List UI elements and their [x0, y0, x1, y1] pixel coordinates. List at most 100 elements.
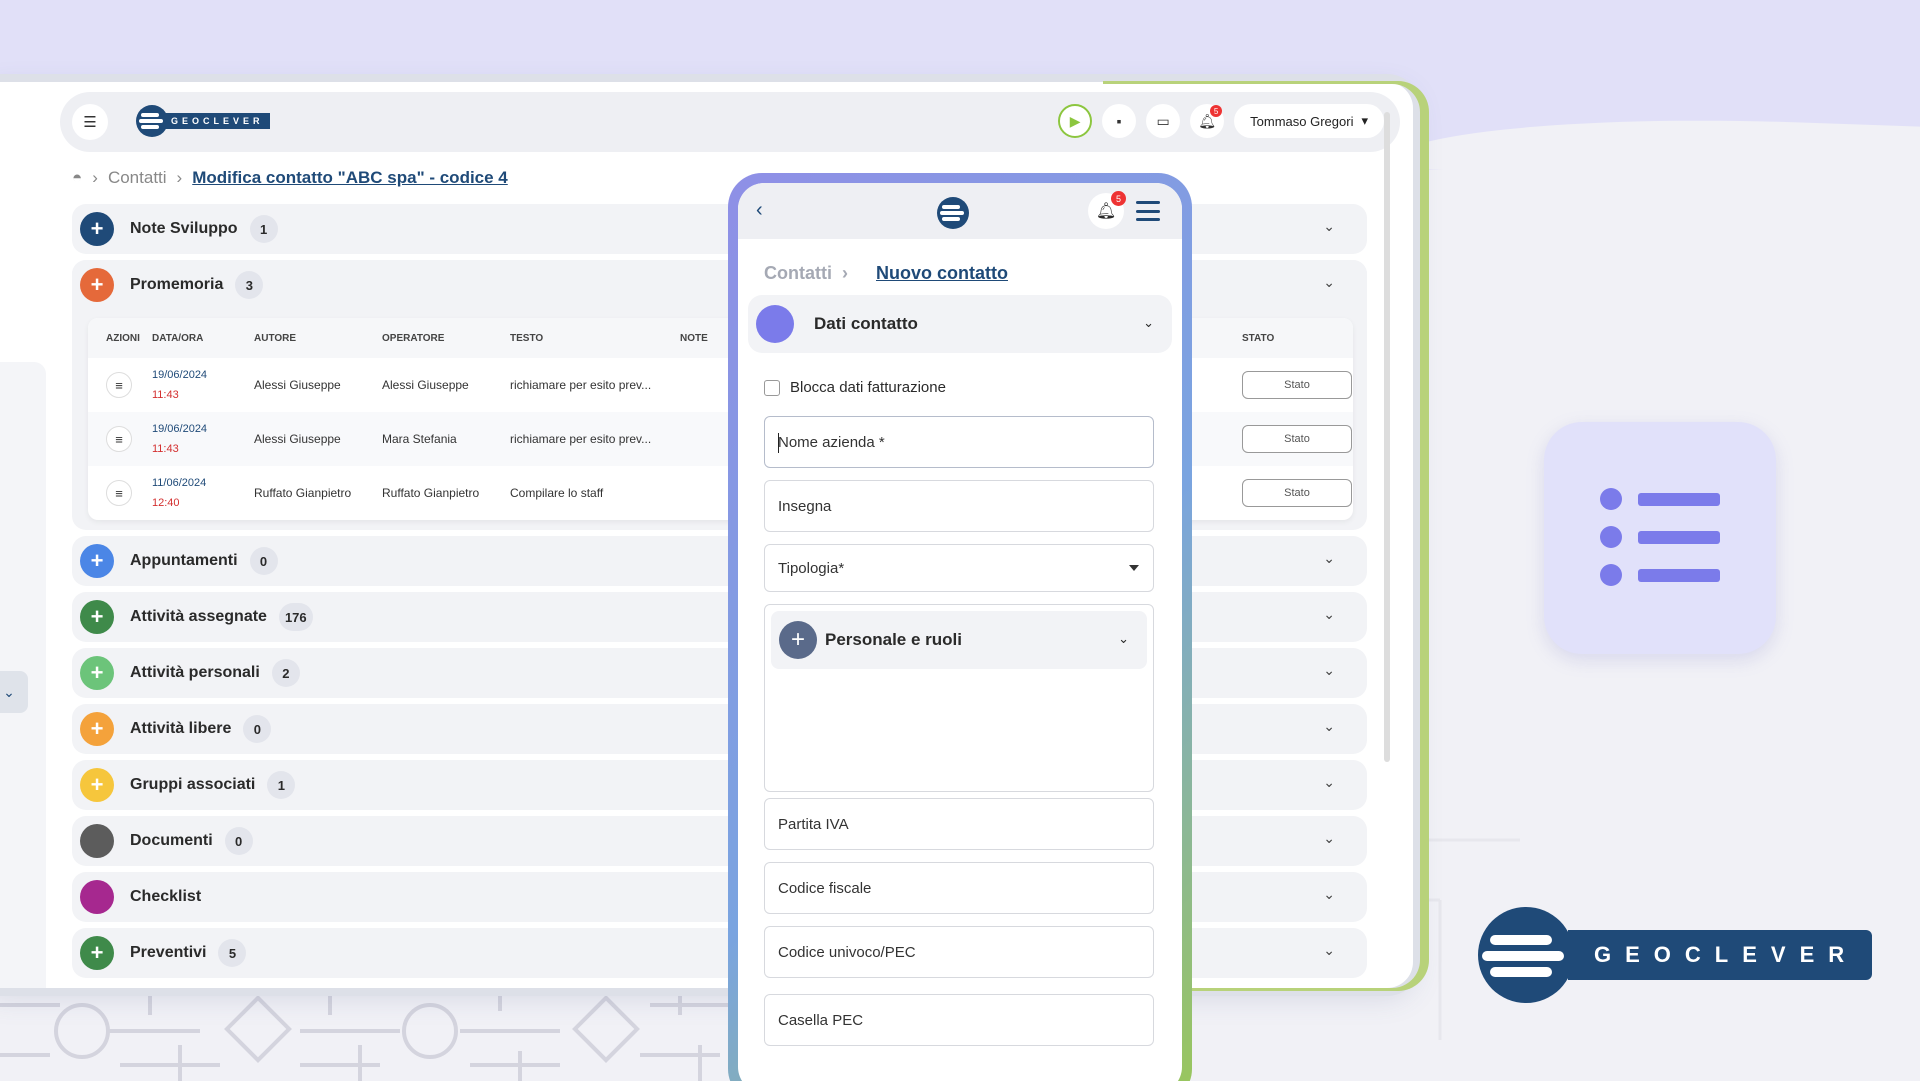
menu-toggle-button[interactable]: ☰: [72, 104, 108, 140]
row-operator: Mara Stefania: [382, 432, 457, 446]
stato-button[interactable]: Stato: [1242, 371, 1352, 399]
stato-button[interactable]: Stato: [1242, 479, 1352, 507]
row-date: 19/06/2024: [152, 369, 208, 381]
back-arrow-icon[interactable]: ‹: [756, 199, 763, 222]
billing-lock-checkbox[interactable]: Blocca dati fatturazione: [764, 379, 1154, 396]
play-button[interactable]: ▶: [1058, 104, 1093, 138]
field-placeholder: Partita IVA: [778, 815, 849, 833]
hamburger-menu-icon[interactable]: [1136, 201, 1160, 221]
breadcrumb-contacts[interactable]: Contatti: [764, 263, 832, 284]
notes-button[interactable]: ▪: [1102, 104, 1137, 138]
section-count: 0: [243, 715, 272, 743]
partita-iva-input[interactable]: Partita IVA: [764, 798, 1154, 850]
plus-icon[interactable]: +: [80, 600, 114, 634]
list-app-icon: [1544, 422, 1776, 654]
section-title: Promemoria: [130, 276, 224, 293]
chevron-down-icon[interactable]: ⌄: [1323, 662, 1335, 679]
toolbar-icons: ▶ ▪ ▭ 🔔︎ 5 Tommaso Gregori ▾: [1058, 104, 1384, 138]
row-menu-icon[interactable]: ≡: [106, 426, 132, 452]
codice-univoco-input[interactable]: Codice univoco/PEC: [764, 926, 1154, 978]
dashboard-icon[interactable]: ◓: [72, 168, 82, 188]
plus-icon[interactable]: +: [80, 768, 114, 802]
brand-wordmark: GEOCLEVER: [165, 113, 270, 129]
row-operator: Alessi Giuseppe: [382, 378, 469, 392]
field-placeholder: Nome azienda *: [778, 433, 885, 451]
plus-icon[interactable]: +: [80, 212, 114, 246]
mobile-notifications-button[interactable]: 🔔︎ 5: [1088, 191, 1126, 229]
section-count: 2: [271, 659, 300, 687]
checkbox[interactable]: [764, 379, 780, 396]
geoclever-mark-icon: [1478, 907, 1574, 1003]
sidebar-expand-button[interactable]: ⌄: [0, 671, 28, 713]
chevron-down-icon[interactable]: ⌄: [1323, 774, 1335, 791]
field-placeholder: Casella PEC: [778, 1011, 864, 1029]
section-dati-contatto[interactable]: Dati contatto ⌄: [748, 295, 1172, 353]
row-datetime: 19/06/2024 11:43: [152, 369, 254, 401]
codice-fiscale-input[interactable]: Codice fiscale: [764, 862, 1154, 914]
section-title: Attività personali: [130, 664, 260, 681]
row-menu-icon[interactable]: ≡: [106, 480, 132, 506]
section-personale-ruoli[interactable]: + Personale e ruoli ⌄: [771, 611, 1147, 669]
breadcrumb: ◓ › Contatti › Modifica contatto "ABC sp…: [72, 168, 508, 188]
brand-logo[interactable]: GEOCLEVER: [135, 104, 270, 138]
section-title: Personale e ruoli: [825, 630, 962, 649]
chevron-down-icon[interactable]: ⌄: [1323, 886, 1335, 903]
chevron-down-icon[interactable]: ⌄: [1143, 315, 1154, 331]
mobile-device: ‹ 🔔︎ 5 Contatti › Nuovo contatto Dati co…: [728, 173, 1192, 1081]
chevron-down-icon[interactable]: ⌄: [1323, 718, 1335, 735]
tipologia-select[interactable]: Tipologia*: [764, 544, 1154, 592]
notifications-button[interactable]: 🔔︎ 5: [1190, 104, 1225, 138]
field-placeholder: Tipologia*: [778, 559, 845, 577]
breadcrumb-current[interactable]: Nuovo contatto: [876, 263, 1008, 284]
section-title: Note Sviluppo: [130, 220, 238, 237]
circle-icon[interactable]: [80, 880, 114, 914]
nome-azienda-input[interactable]: Nome azienda *: [764, 416, 1154, 468]
plus-icon[interactable]: +: [80, 936, 114, 970]
plus-icon[interactable]: +: [779, 621, 817, 659]
chevron-down-icon[interactable]: ⌄: [1118, 631, 1129, 647]
geoclever-mark-icon[interactable]: [936, 196, 970, 230]
chevron-down-icon[interactable]: ⌄: [1323, 274, 1335, 291]
screen-button[interactable]: ▭: [1146, 104, 1181, 138]
row-menu-icon[interactable]: ≡: [106, 372, 132, 398]
breadcrumb-current[interactable]: Modifica contatto "ABC spa" - codice 4: [192, 168, 508, 188]
field-placeholder: Codice fiscale: [778, 879, 872, 897]
section-count: 0: [249, 547, 278, 575]
chevron-down-icon[interactable]: ⌄: [1323, 218, 1335, 235]
field-placeholder: Codice univoco/PEC: [778, 943, 916, 961]
mobile-breadcrumb: Contatti › Nuovo contatto: [764, 263, 1008, 284]
list-line: [1600, 526, 1720, 548]
plus-icon[interactable]: +: [80, 544, 114, 578]
chevron-down-icon[interactable]: ⌄: [1323, 942, 1335, 959]
caret-down-icon: ▾: [1361, 113, 1368, 128]
user-name: Tommaso Gregori: [1250, 113, 1354, 129]
chevron-down-icon[interactable]: ⌄: [1323, 606, 1335, 623]
stato-button[interactable]: Stato: [1242, 425, 1352, 453]
section-title: Documenti: [130, 832, 213, 849]
casella-pec-input[interactable]: Casella PEC: [764, 994, 1154, 1046]
insegna-input[interactable]: Insegna: [764, 480, 1154, 532]
notification-badge: 5: [1111, 191, 1126, 206]
plus-icon[interactable]: +: [80, 268, 114, 302]
row-text: richiamare per esito prev...: [510, 432, 652, 446]
breadcrumb-separator: ›: [92, 168, 98, 187]
section-title: Dati contatto: [814, 314, 918, 333]
section-title: Gruppi associati: [130, 776, 256, 793]
breadcrumb-contacts[interactable]: Contatti: [108, 168, 167, 188]
plus-icon[interactable]: +: [80, 712, 114, 746]
row-time: 11:43: [152, 443, 179, 455]
circle-icon[interactable]: [80, 824, 114, 858]
scrollbar[interactable]: [1384, 112, 1390, 762]
note-icon: ▪: [1116, 113, 1122, 129]
list-line: [1600, 564, 1720, 586]
mobile-screen: ‹ 🔔︎ 5 Contatti › Nuovo contatto Dati co…: [738, 183, 1182, 1081]
caret-down-icon: [1129, 565, 1139, 571]
user-menu-button[interactable]: Tommaso Gregori ▾: [1234, 104, 1384, 138]
col-header-testo: TESTO: [510, 332, 544, 344]
chevron-down-icon[interactable]: ⌄: [1323, 830, 1335, 847]
col-header-azioni: AZIONI: [106, 332, 140, 344]
plus-icon[interactable]: +: [80, 656, 114, 690]
section-count: 1: [267, 771, 296, 799]
col-header-stato: STATO: [1242, 332, 1275, 344]
chevron-down-icon[interactable]: ⌄: [1323, 550, 1335, 567]
